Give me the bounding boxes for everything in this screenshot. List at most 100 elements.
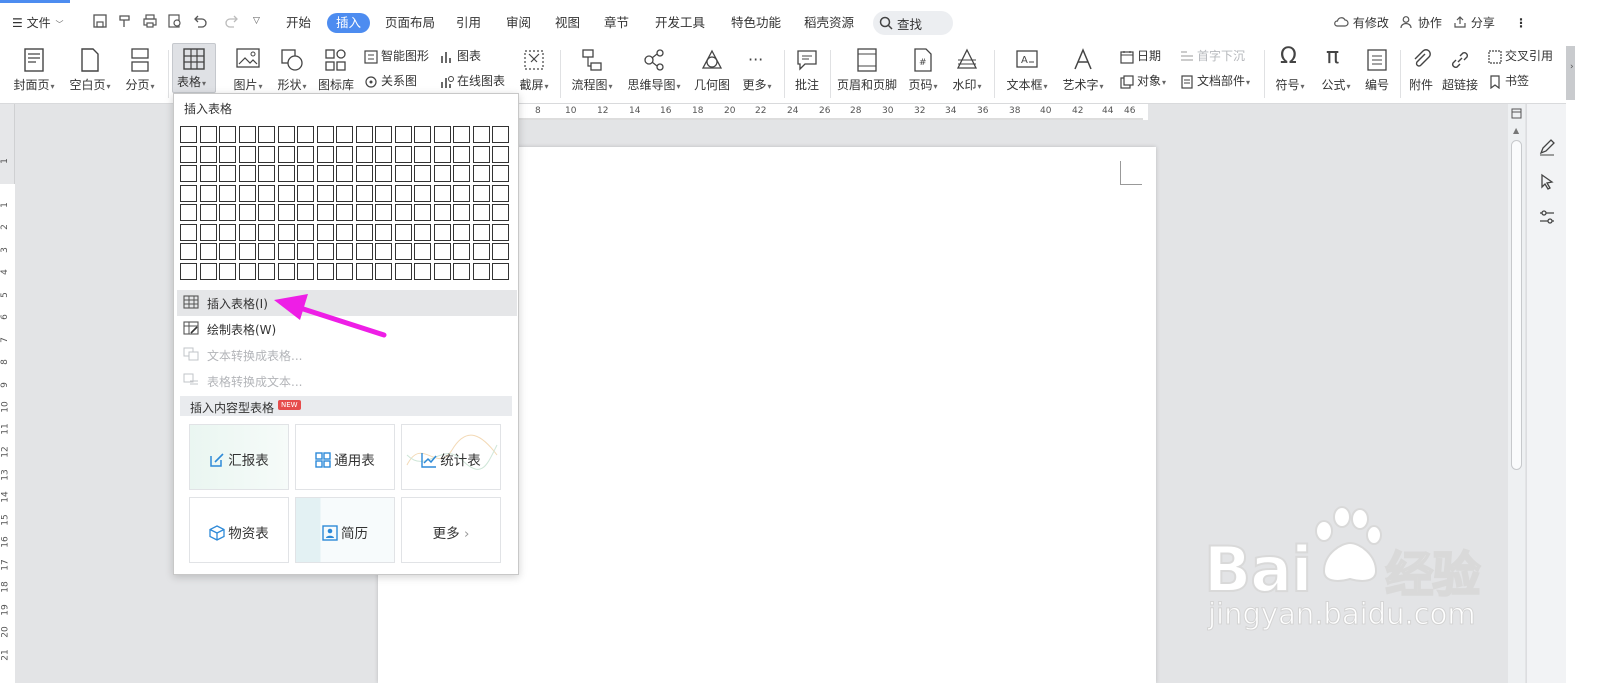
grid-cell[interactable] [258, 126, 275, 143]
grid-cell[interactable] [375, 184, 392, 202]
grid-cell[interactable] [180, 243, 197, 260]
grid-cell[interactable] [258, 223, 275, 241]
grid-cell[interactable] [355, 223, 373, 241]
grid-cell[interactable] [258, 184, 275, 202]
tab-features[interactable]: 特色功能 [731, 13, 781, 33]
grid-cell[interactable] [433, 262, 451, 280]
grid-cell[interactable] [297, 165, 314, 182]
tab-developer[interactable]: 开发工具 [655, 13, 705, 33]
grid-cell[interactable] [375, 204, 392, 221]
grid-cell[interactable] [180, 184, 197, 202]
vertical-ruler[interactable]: 1 1 2 3 4 5 6 7 8 9 10 11 12 13 14 15 16… [0, 104, 15, 683]
chart-button[interactable]: 图表 [440, 47, 481, 65]
page-break-button[interactable]: 分页▾ [120, 46, 160, 96]
comment-button[interactable]: 批注 [790, 46, 824, 96]
header-footer-button[interactable]: 页眉和页脚 [836, 46, 898, 96]
grid-cell[interactable] [238, 165, 256, 182]
tab-review[interactable]: 审阅 [506, 13, 531, 33]
grid-cell[interactable] [336, 262, 353, 280]
grid-cell[interactable] [199, 126, 217, 143]
grid-cell[interactable] [277, 243, 295, 260]
grid-cell[interactable] [238, 145, 256, 163]
grid-cell[interactable] [180, 145, 197, 163]
grid-cell[interactable] [180, 126, 197, 143]
grid-cell[interactable] [355, 165, 373, 182]
bookmark-button[interactable]: 书签 [1488, 72, 1529, 90]
page-number-button[interactable]: # 页码▾ [904, 46, 942, 96]
textbox-button[interactable]: A 文本框▾ [1002, 46, 1052, 96]
grid-cell[interactable] [199, 262, 217, 280]
smart-shape-button[interactable]: 智能图形 [364, 47, 429, 65]
resume-card[interactable]: 简历 [295, 497, 395, 563]
grid-cell[interactable] [394, 126, 412, 143]
grid-cell[interactable] [336, 243, 353, 260]
format-painter-icon[interactable] [117, 13, 133, 32]
grid-cell[interactable] [258, 243, 275, 260]
grid-cell[interactable] [453, 145, 470, 163]
grid-cell[interactable] [472, 223, 490, 241]
grid-cell[interactable] [199, 184, 217, 202]
grid-cell[interactable] [316, 126, 334, 143]
blank-page-button[interactable]: 空白页▾ [64, 46, 116, 96]
more-options-icon[interactable]: ⋮ [1515, 13, 1527, 33]
doc-parts-button[interactable]: 文档部件▾ [1180, 72, 1250, 90]
grid-cell[interactable] [336, 204, 353, 221]
grid-cell[interactable] [277, 262, 295, 280]
grid-cell[interactable] [355, 184, 373, 202]
grid-cell[interactable] [336, 223, 353, 241]
grid-cell[interactable] [180, 262, 197, 280]
grid-cell[interactable] [433, 165, 451, 182]
grid-cell[interactable] [199, 145, 217, 163]
grid-cell[interactable] [258, 145, 275, 163]
grid-cell[interactable] [219, 243, 236, 260]
grid-cell[interactable] [219, 126, 236, 143]
select-cursor-icon[interactable] [1538, 173, 1556, 191]
grid-cell[interactable] [453, 165, 470, 182]
tab-section[interactable]: 章节 [604, 13, 629, 33]
shape-button[interactable]: 形状▾ [272, 46, 312, 96]
grid-cell[interactable] [316, 243, 334, 260]
chevron-right-icon[interactable]: › [1570, 62, 1574, 72]
grid-cell[interactable] [277, 145, 295, 163]
grid-cell[interactable] [336, 145, 353, 163]
share-button[interactable]: 分享 [1453, 13, 1495, 33]
grid-cell[interactable] [316, 223, 334, 241]
scrollbar-thumb[interactable] [1511, 140, 1522, 470]
grid-cell[interactable] [258, 262, 275, 280]
save-icon[interactable] [92, 13, 108, 32]
grid-cell[interactable] [316, 204, 334, 221]
grid-cell[interactable] [453, 223, 470, 241]
grid-cell[interactable] [375, 243, 392, 260]
grid-cell[interactable] [492, 165, 509, 182]
grid-cell[interactable] [180, 223, 197, 241]
table-to-text-item[interactable]: 表格转换成文本... [177, 368, 517, 394]
grid-cell[interactable] [433, 126, 451, 143]
grid-cell[interactable] [433, 243, 451, 260]
print-preview-icon[interactable] [167, 13, 183, 32]
drop-cap-button[interactable]: 首字下沉 [1180, 47, 1245, 65]
grid-cell[interactable] [316, 184, 334, 202]
grid-cell[interactable] [472, 165, 490, 182]
grid-cell[interactable] [258, 204, 275, 221]
materials-table-card[interactable]: 物资表 [189, 497, 289, 563]
grid-cell[interactable] [355, 126, 373, 143]
grid-cell[interactable] [414, 243, 431, 260]
grid-cell[interactable] [219, 184, 236, 202]
grid-cell[interactable] [219, 262, 236, 280]
wordart-button[interactable]: 艺术字▾ [1058, 46, 1108, 96]
table-button[interactable]: 表格▾ [172, 43, 216, 93]
grid-cell[interactable] [336, 184, 353, 202]
grid-cell[interactable] [414, 184, 431, 202]
grid-cell[interactable] [355, 204, 373, 221]
icon-library-button[interactable]: 图标库 [316, 46, 356, 96]
pen-icon[interactable] [1538, 138, 1556, 156]
grid-cell[interactable] [219, 204, 236, 221]
grid-cell[interactable] [297, 145, 314, 163]
geometry-button[interactable]: 几何图 [692, 46, 732, 96]
grid-cell[interactable] [375, 165, 392, 182]
tab-view[interactable]: 视图 [555, 13, 580, 33]
grid-cell[interactable] [336, 126, 353, 143]
grid-cell[interactable] [277, 165, 295, 182]
online-chart-button[interactable]: 在线图表 [440, 72, 505, 90]
grid-cell[interactable] [297, 184, 314, 202]
